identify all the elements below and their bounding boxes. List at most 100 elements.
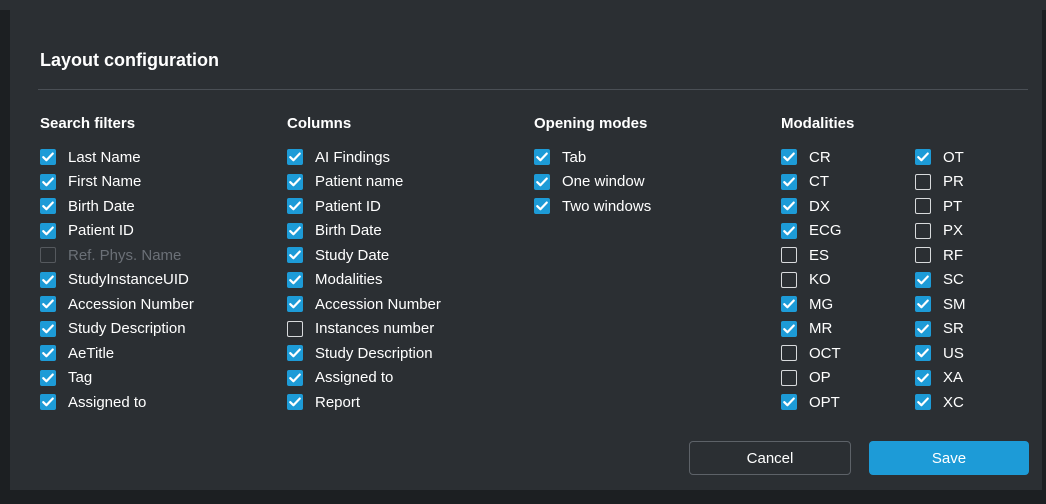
- modality-checkbox-px[interactable]: PX: [915, 219, 995, 244]
- search-filter-checkbox-first-name[interactable]: First Name: [40, 170, 194, 195]
- modality-checkbox-sm[interactable]: SM: [915, 292, 995, 317]
- checkbox-checked-icon[interactable]: [40, 198, 56, 215]
- modality-checkbox-opt[interactable]: OPT: [781, 390, 915, 415]
- modality-checkbox-dx[interactable]: DX: [781, 194, 915, 219]
- checkmark-icon: [289, 152, 301, 162]
- search-filter-checkbox-patient-id[interactable]: Patient ID: [40, 219, 194, 244]
- column-checkbox-accession-number[interactable]: Accession Number: [287, 292, 441, 317]
- modality-checkbox-ecg[interactable]: ECG: [781, 219, 915, 244]
- search-filter-checkbox-tag[interactable]: Tag: [40, 366, 194, 391]
- checkbox-checked-icon[interactable]: [781, 394, 797, 411]
- column-checkbox-ai-findings[interactable]: AI Findings: [287, 145, 441, 170]
- checkbox-checked-icon[interactable]: [534, 149, 550, 166]
- modality-checkbox-ct[interactable]: CT: [781, 170, 915, 195]
- checkbox-checked-icon[interactable]: [781, 149, 797, 166]
- modality-checkbox-pt[interactable]: PT: [915, 194, 995, 219]
- checkbox-checked-icon[interactable]: [287, 271, 303, 288]
- search-filter-checkbox-last-name[interactable]: Last Name: [40, 145, 194, 170]
- column-checkbox-assigned-to[interactable]: Assigned to: [287, 366, 441, 391]
- column-checkbox-study-description[interactable]: Study Description: [287, 341, 441, 366]
- modality-checkbox-mg[interactable]: MG: [781, 292, 915, 317]
- modality-checkbox-xc[interactable]: XC: [915, 390, 995, 415]
- search-filter-checkbox-studyinstanceuid[interactable]: StudyInstanceUID: [40, 268, 194, 293]
- checkmark-icon: [42, 152, 54, 162]
- checkbox-checked-icon[interactable]: [781, 198, 797, 215]
- checkbox-checked-icon[interactable]: [40, 173, 56, 190]
- column-checkbox-report[interactable]: Report: [287, 390, 441, 415]
- column-checkbox-instances-number[interactable]: Instances number: [287, 317, 441, 342]
- checkbox-unchecked-icon[interactable]: [915, 173, 931, 190]
- checkbox-unchecked-icon[interactable]: [287, 320, 303, 337]
- checkbox-unchecked-icon[interactable]: [781, 247, 797, 264]
- checkbox-checked-icon[interactable]: [40, 369, 56, 386]
- modality-checkbox-sr[interactable]: SR: [915, 317, 995, 342]
- opening-mode-checkbox-one-window[interactable]: One window: [534, 170, 651, 195]
- checkbox-unchecked-icon[interactable]: [781, 271, 797, 288]
- checkbox-checked-icon[interactable]: [287, 369, 303, 386]
- checkbox-checked-icon[interactable]: [287, 345, 303, 362]
- checkbox-unchecked-icon[interactable]: [781, 369, 797, 386]
- checkbox-checked-icon[interactable]: [40, 345, 56, 362]
- column-checkbox-patient-name[interactable]: Patient name: [287, 170, 441, 195]
- checkbox-checked-icon[interactable]: [781, 296, 797, 313]
- modality-checkbox-mr[interactable]: MR: [781, 317, 915, 342]
- checkbox-checked-icon[interactable]: [40, 296, 56, 313]
- checkbox-unchecked-icon[interactable]: [915, 222, 931, 239]
- modality-checkbox-op[interactable]: OP: [781, 366, 915, 391]
- modality-checkbox-ot[interactable]: OT: [915, 145, 995, 170]
- checkbox-checked-icon[interactable]: [287, 247, 303, 264]
- save-button[interactable]: Save: [869, 441, 1029, 475]
- modality-checkbox-xa[interactable]: XA: [915, 366, 995, 391]
- checkbox-checked-icon[interactable]: [40, 222, 56, 239]
- checkbox-checked-icon[interactable]: [781, 222, 797, 239]
- checkbox-checked-icon[interactable]: [915, 320, 931, 337]
- checkbox-checked-icon[interactable]: [915, 394, 931, 411]
- column-checkbox-modalities[interactable]: Modalities: [287, 268, 441, 293]
- columns-list: AI Findings Patient name Patient ID Birth D…: [287, 145, 441, 415]
- checkbox-checked-icon[interactable]: [915, 369, 931, 386]
- checkbox-checked-icon[interactable]: [40, 320, 56, 337]
- search-filter-checkbox-assigned-to[interactable]: Assigned to: [40, 390, 194, 415]
- checkbox-checked-icon[interactable]: [915, 296, 931, 313]
- checkbox-checked-icon[interactable]: [915, 345, 931, 362]
- checkbox-checked-icon[interactable]: [915, 271, 931, 288]
- search-filter-checkbox-aetitle[interactable]: AeTitle: [40, 341, 194, 366]
- modality-checkbox-pr[interactable]: PR: [915, 170, 995, 195]
- cancel-button[interactable]: Cancel: [689, 441, 851, 475]
- checkmark-icon: [536, 201, 548, 211]
- checkbox-unchecked-icon[interactable]: [915, 198, 931, 215]
- opening-mode-checkbox-tab[interactable]: Tab: [534, 145, 651, 170]
- column-checkbox-study-date[interactable]: Study Date: [287, 243, 441, 268]
- checkbox-checked-icon[interactable]: [287, 173, 303, 190]
- checkbox-unchecked-icon[interactable]: [915, 247, 931, 264]
- modality-checkbox-us[interactable]: US: [915, 341, 995, 366]
- modality-checkbox-es[interactable]: ES: [781, 243, 915, 268]
- modality-checkbox-cr[interactable]: CR: [781, 145, 915, 170]
- search-filter-checkbox-accession-number[interactable]: Accession Number: [40, 292, 194, 317]
- checkbox-checked-icon[interactable]: [287, 394, 303, 411]
- modality-label: ECG: [809, 222, 842, 240]
- checkbox-unchecked-icon[interactable]: [781, 345, 797, 362]
- search-filter-checkbox-study-description[interactable]: Study Description: [40, 317, 194, 342]
- search-filter-checkbox-birth-date[interactable]: Birth Date: [40, 194, 194, 219]
- column-checkbox-birth-date[interactable]: Birth Date: [287, 219, 441, 244]
- column-checkbox-patient-id[interactable]: Patient ID: [287, 194, 441, 219]
- checkbox-checked-icon[interactable]: [40, 394, 56, 411]
- checkbox-checked-icon[interactable]: [915, 149, 931, 166]
- checkbox-checked-icon[interactable]: [287, 222, 303, 239]
- checkbox-checked-icon[interactable]: [781, 173, 797, 190]
- checkbox-checked-icon[interactable]: [287, 198, 303, 215]
- opening-mode-checkbox-two-windows[interactable]: Two windows: [534, 194, 651, 219]
- modality-checkbox-ko[interactable]: KO: [781, 268, 915, 293]
- checkbox-checked-icon[interactable]: [781, 320, 797, 337]
- checkmark-icon: [42, 373, 54, 383]
- checkbox-checked-icon[interactable]: [287, 149, 303, 166]
- checkbox-checked-icon[interactable]: [40, 271, 56, 288]
- modality-checkbox-sc[interactable]: SC: [915, 268, 995, 293]
- checkbox-checked-icon[interactable]: [534, 173, 550, 190]
- checkbox-checked-icon[interactable]: [287, 296, 303, 313]
- modality-checkbox-oct[interactable]: OCT: [781, 341, 915, 366]
- checkbox-checked-icon[interactable]: [40, 149, 56, 166]
- modality-checkbox-rf[interactable]: RF: [915, 243, 995, 268]
- checkbox-checked-icon[interactable]: [534, 198, 550, 215]
